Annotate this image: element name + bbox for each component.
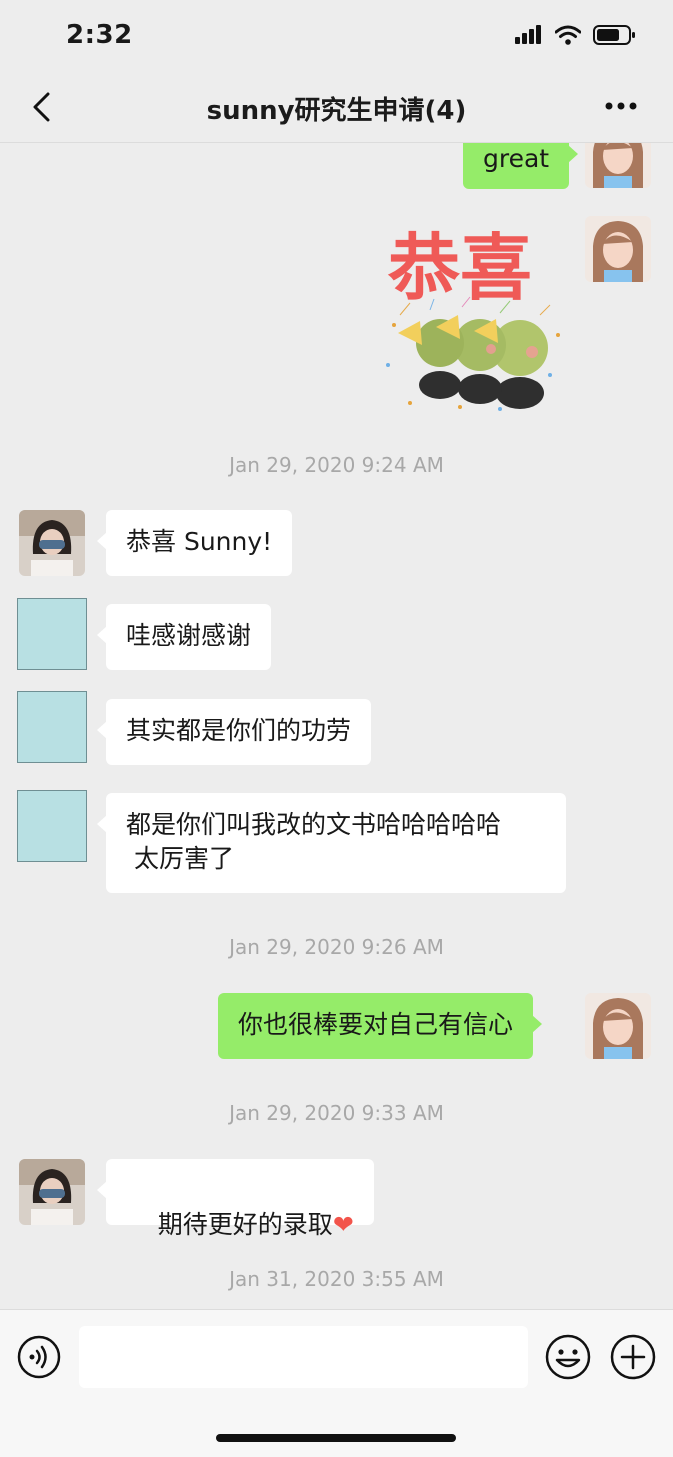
nav-bar: sunny研究生申请(4)	[0, 72, 673, 143]
self-avatar[interactable]	[585, 216, 651, 282]
status-bar: 2:32	[0, 0, 673, 72]
message-bubble-incoming[interactable]: 哇感谢感谢	[96, 604, 272, 670]
home-indicator	[216, 1434, 456, 1442]
congrats-sticker-graphic: 恭喜	[386, 226, 560, 411]
status-time: 2:32	[66, 20, 133, 50]
plus-icon[interactable]	[610, 1334, 656, 1380]
more-icon[interactable]	[605, 102, 637, 110]
contact-avatar[interactable]	[19, 510, 85, 576]
timestamp: Jan 31, 2020 3:55 AM	[229, 1267, 444, 1291]
contact-avatar-placeholder[interactable]	[17, 598, 87, 670]
message-bubble-incoming[interactable]: 期待更好的录取❤	[97, 1159, 374, 1239]
message-bubble-incoming[interactable]: 恭喜 Sunny!	[96, 510, 293, 576]
sticker-text: 恭喜	[387, 226, 532, 310]
voice-icon[interactable]	[17, 1335, 61, 1379]
contact-avatar[interactable]	[19, 1159, 85, 1225]
battery-icon	[593, 25, 635, 45]
wifi-icon	[555, 25, 581, 45]
timestamp: Jan 29, 2020 9:24 AM	[229, 453, 444, 477]
status-icons	[515, 24, 637, 46]
self-avatar[interactable]	[585, 143, 651, 188]
message-bubble-incoming[interactable]: 其实都是你们的功劳	[96, 699, 372, 765]
input-bar	[0, 1309, 673, 1457]
message-list[interactable]: great 恭喜 Jan 29, 2020 9:24 AM 恭喜 Sunny! …	[0, 143, 673, 1309]
message-bubble-incoming[interactable]: 都是你们叫我改的文书哈哈哈哈哈 太厉害了	[97, 793, 566, 893]
emoji-icon[interactable]	[545, 1334, 591, 1380]
message-bubble-outgoing[interactable]: great	[463, 143, 579, 189]
timestamp: Jan 29, 2020 9:26 AM	[229, 935, 444, 959]
chat-title: sunny研究生申请(4)	[206, 96, 467, 126]
signal-icon	[515, 25, 541, 44]
message-text: 期待更好的录取	[157, 1210, 333, 1239]
message-bubble-outgoing[interactable]: 你也很棒要对自己有信心	[218, 993, 543, 1059]
contact-avatar-placeholder[interactable]	[17, 691, 87, 763]
contact-avatar-placeholder[interactable]	[17, 790, 87, 862]
message-input[interactable]	[79, 1326, 528, 1388]
heart-emoji: ❤	[332, 1210, 354, 1239]
timestamp: Jan 29, 2020 9:33 AM	[229, 1101, 444, 1125]
sticker-image[interactable]: 恭喜	[370, 215, 570, 415]
self-avatar[interactable]	[585, 993, 651, 1059]
